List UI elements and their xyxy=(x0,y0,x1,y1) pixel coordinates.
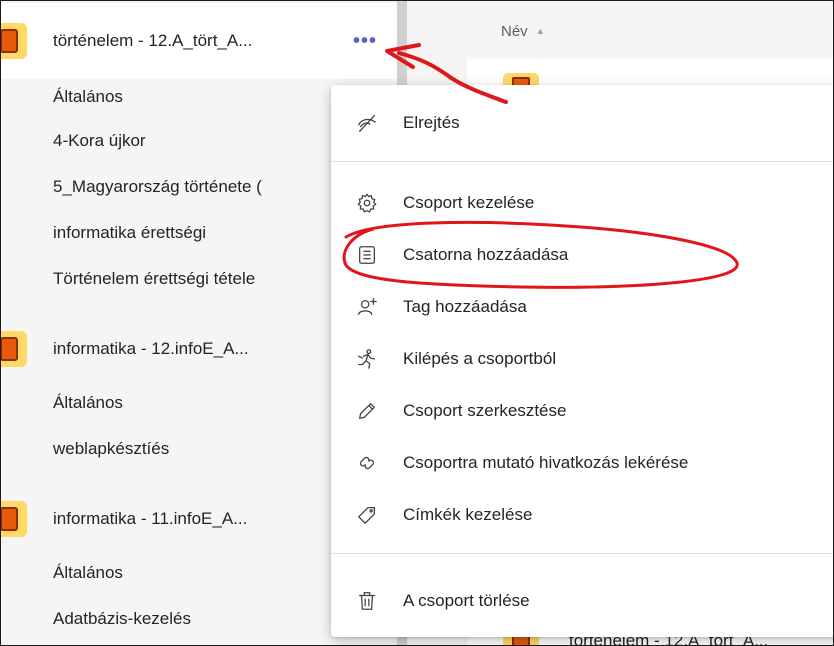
menu-item-add-channel[interactable]: Csatorna hozzáadása xyxy=(331,229,833,281)
trash-icon xyxy=(355,589,379,613)
menu-item-label: Tag hozzáadása xyxy=(403,297,527,316)
team-name: történelem - 12.A_tört_A... xyxy=(53,31,253,50)
files-header: Név ▲ xyxy=(407,1,833,59)
menu-item-manage-team[interactable]: Csoport kezelése xyxy=(331,177,833,229)
channel-item[interactable]: Általános xyxy=(53,393,343,413)
menu-item-manage-tags[interactable]: Címkék kezelése xyxy=(331,489,833,541)
menu-item-leave-team[interactable]: Kilépés a csoportból xyxy=(331,333,833,385)
team-name: informatika - 12.infoE_A... xyxy=(53,339,249,358)
column-header-name[interactable]: Név ▲ xyxy=(501,23,545,40)
menu-item-edit-team[interactable]: Csoport szerkesztése xyxy=(331,385,833,437)
channel-item[interactable]: weblapkésztíés xyxy=(53,439,343,459)
channel-item[interactable]: Általános xyxy=(53,87,343,107)
channel-item[interactable]: informatika érettségi xyxy=(53,223,343,243)
channel-item[interactable]: 4-Kora újkor xyxy=(53,131,343,151)
team-avatar xyxy=(1,23,27,59)
menu-item-get-link[interactable]: Csoportra mutató hivatkozás lekérése xyxy=(331,437,833,489)
team-avatar xyxy=(1,331,27,367)
teams-window: történelem - 12.A_tört_A... ••• Általáno… xyxy=(0,0,834,646)
menu-item-label: Csatorna hozzáadása xyxy=(403,245,569,264)
add-person-icon xyxy=(355,295,379,319)
channel-item[interactable]: Történelem érettségi tétele xyxy=(53,269,343,289)
menu-item-label: Csoportra mutató hivatkozás lekérése xyxy=(403,453,689,472)
hide-icon xyxy=(355,111,379,135)
team-name: informatika - 11.infoE_A... xyxy=(53,509,248,528)
link-icon xyxy=(355,451,379,475)
menu-item-delete-team[interactable]: A csoport törlése xyxy=(331,575,833,627)
menu-item-label: A csoport törlése xyxy=(403,591,530,610)
menu-item-label: Csoport kezelése xyxy=(403,193,535,212)
menu-item-label: Elrejtés xyxy=(403,113,460,132)
menu-item-hide[interactable]: Elrejtés xyxy=(331,97,833,149)
menu-item-add-member[interactable]: Tag hozzáadása xyxy=(331,281,833,333)
gear-icon xyxy=(355,191,379,215)
leave-icon xyxy=(355,347,379,371)
menu-divider xyxy=(331,553,833,554)
channel-list-icon xyxy=(355,243,379,267)
menu-item-label: Címkék kezelése xyxy=(403,505,533,524)
team-row-tortenelem[interactable]: történelem - 12.A_tört_A... ••• xyxy=(1,3,397,79)
team-context-menu: Elrejtés Csoport kezelése Csatorna hozzá… xyxy=(331,85,833,637)
team-avatar xyxy=(1,501,27,537)
pencil-icon xyxy=(355,399,379,423)
more-options-button[interactable]: ••• xyxy=(353,30,377,53)
channel-item[interactable]: Általános xyxy=(53,563,343,583)
sort-asc-icon: ▲ xyxy=(535,26,545,36)
channel-item[interactable]: Adatbázis-kezelés xyxy=(53,609,343,629)
menu-item-label: Kilépés a csoportból xyxy=(403,349,557,368)
channel-item[interactable]: 5_Magyarország története ( xyxy=(53,177,343,197)
menu-item-label: Csoport szerkesztése xyxy=(403,401,567,420)
menu-divider xyxy=(331,161,833,162)
tag-icon xyxy=(355,503,379,527)
column-name-label: Név xyxy=(501,23,528,40)
